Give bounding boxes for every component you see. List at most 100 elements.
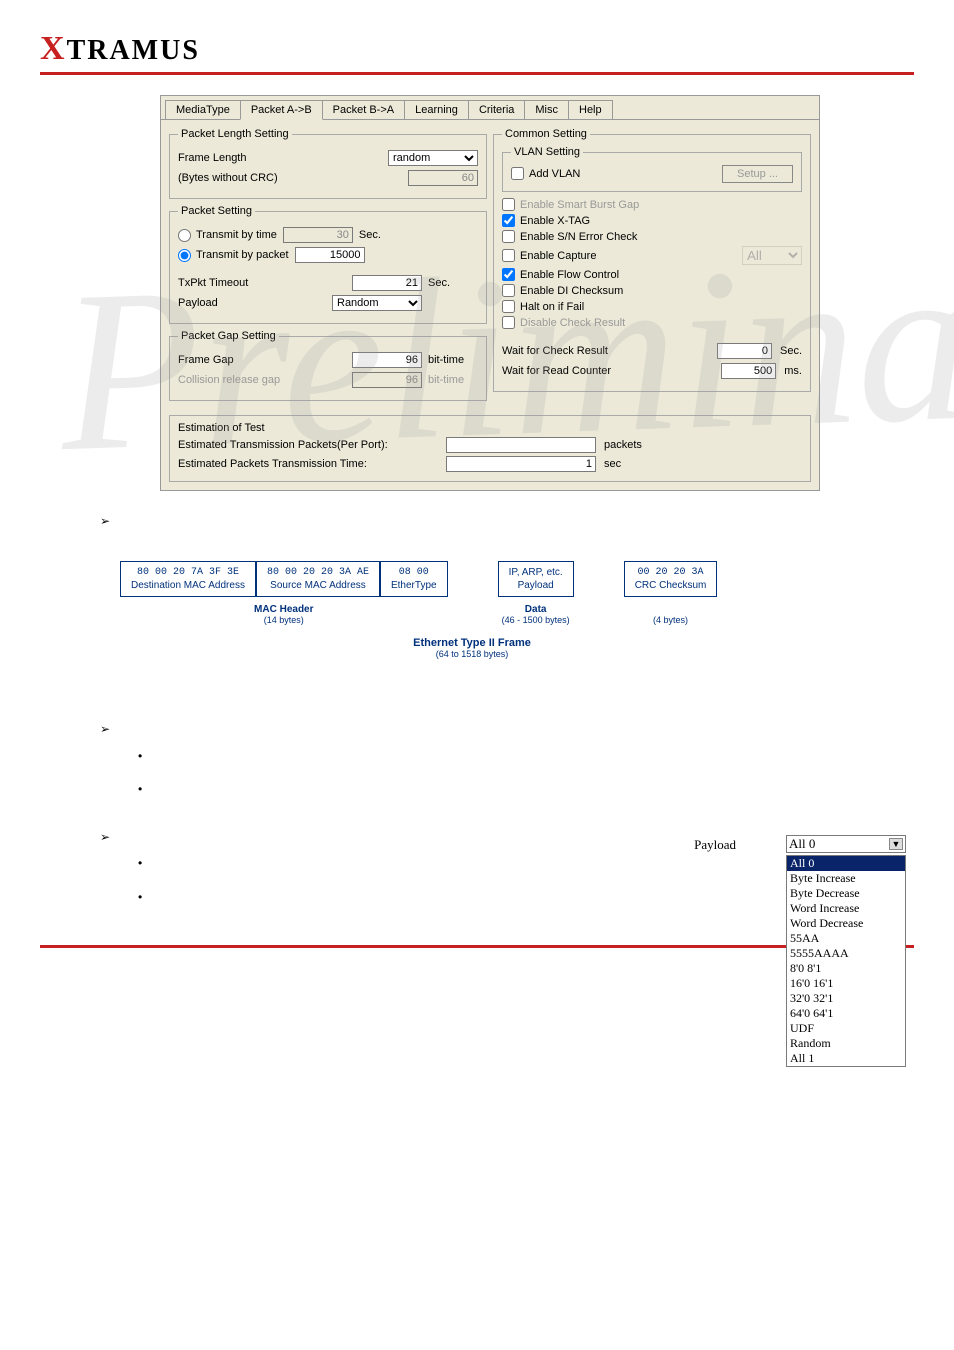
tab-learning[interactable]: Learning (404, 100, 469, 119)
est-packets-value (446, 437, 596, 453)
payload-option[interactable]: Byte Decrease (787, 886, 905, 901)
payload-option[interactable]: Word Decrease (787, 916, 905, 931)
wait-read-counter-unit: ms. (784, 365, 802, 377)
bytes-without-crc-label: (Bytes without CRC) (178, 172, 402, 184)
vlan-setting: VLAN Setting Add VLAN Setup ... (502, 146, 802, 192)
transmit-by-time-radio[interactable] (178, 229, 191, 242)
enable-x-tag-label: Enable X-TAG (520, 215, 590, 227)
transmit-by-time-label: Transmit by time (196, 229, 277, 241)
payload-label: Payload (178, 297, 326, 309)
wait-read-counter-label: Wait for Read Counter (502, 365, 713, 377)
est-legend: Estimation of Test (178, 422, 802, 434)
dot-icon: • (138, 890, 142, 904)
payload-option[interactable]: 8'0 8'1 (787, 961, 905, 976)
tab-help[interactable]: Help (568, 100, 613, 119)
capture-select: All (742, 246, 802, 265)
transmit-by-time-input (283, 227, 353, 243)
enable-x-tag-checkbox[interactable] (502, 214, 515, 227)
tab-misc[interactable]: Misc (524, 100, 569, 119)
enable-smart-burst-gap-label: Enable Smart Burst Gap (520, 199, 639, 211)
wait-check-result-unit: Sec. (780, 345, 802, 357)
txpkt-timeout-unit: Sec. (428, 277, 478, 289)
tx-time-unit: Sec. (359, 229, 409, 241)
mac-header-caption: MAC Header (120, 604, 448, 615)
packet-gap-setting: Packet Gap Setting Frame Gap bit-time Co… (169, 330, 487, 401)
vlan-legend: VLAN Setting (511, 146, 583, 158)
data-caption: Data (498, 604, 574, 615)
payload-float-label: Payload (694, 837, 736, 853)
ethernet-frame-diagram: 80 00 20 7A 3F 3E Destination MAC Addres… (120, 561, 874, 625)
transmit-by-packet-label: Transmit by packet (196, 249, 289, 261)
halt-on-fail-checkbox[interactable] (502, 300, 515, 313)
payload-options-list[interactable]: All 0 Byte Increase Byte Decrease Word I… (786, 855, 906, 1067)
add-vlan-checkbox[interactable] (511, 167, 524, 180)
payload-option[interactable]: 64'0 64'1 (787, 1006, 905, 1021)
wait-check-result-label: Wait for Check Result (502, 345, 709, 357)
packet-setting: Packet Setting Transmit by time Sec. Tra… (169, 205, 487, 324)
ethertype-box: 08 00 EtherType (380, 561, 448, 597)
enable-smart-burst-gap-checkbox (502, 198, 515, 211)
frame-length-label: Frame Length (178, 152, 382, 164)
chevron-down-icon: ▼ (889, 838, 903, 850)
payload-option[interactable]: 5555AAAA (787, 946, 905, 961)
dest-mac-box: 80 00 20 7A 3F 3E Destination MAC Addres… (120, 561, 256, 597)
transmit-by-packet-input[interactable] (295, 247, 365, 263)
enable-di-checksum-checkbox[interactable] (502, 284, 515, 297)
dot-icon: • (138, 782, 142, 796)
add-vlan-label: Add VLAN (529, 168, 580, 180)
cs-legend: Common Setting (502, 128, 590, 140)
top-rule (40, 72, 914, 75)
common-setting: Common Setting VLAN Setting Add VLAN Set… (493, 128, 811, 392)
collision-release-gap-unit: bit-time (428, 374, 478, 386)
frame-gap-input[interactable] (352, 352, 422, 368)
enable-sn-error-label: Enable S/N Error Check (520, 231, 637, 243)
tab-mediatype[interactable]: MediaType (165, 100, 241, 119)
payload-select[interactable]: Random (332, 295, 422, 311)
payload-option[interactable]: Byte Increase (787, 871, 905, 886)
payload-option[interactable]: All 1 (787, 1051, 905, 1066)
est-time-label: Estimated Packets Transmission Time: (178, 458, 438, 470)
payload-option[interactable]: 16'0 16'1 (787, 976, 905, 991)
enable-capture-checkbox[interactable] (502, 249, 515, 262)
payload-option[interactable]: Word Increase (787, 901, 905, 916)
payload-box: IP, ARP, etc. Payload (498, 561, 574, 597)
dot-icon: • (138, 749, 142, 763)
payload-option[interactable]: 55AA (787, 931, 905, 946)
payload-dropdown-example: Payload All 0▼ All 0 Byte Increase Byte … (694, 835, 906, 1067)
mac-header-bytes: (14 bytes) (120, 615, 448, 625)
wait-read-counter-input[interactable] (721, 363, 776, 379)
tab-packet-a-b[interactable]: Packet A->B (240, 100, 323, 120)
enable-sn-error-checkbox[interactable] (502, 230, 515, 243)
pgs-legend: Packet Gap Setting (178, 330, 279, 342)
tab-packet-b-a[interactable]: Packet B->A (322, 100, 405, 119)
est-packets-label: Estimated Transmission Packets(Per Port)… (178, 439, 438, 451)
bytes-value-input (408, 170, 478, 186)
frame-length-select[interactable]: random (388, 150, 478, 166)
collision-release-gap-input (352, 372, 422, 388)
transmit-by-packet-radio[interactable] (178, 249, 191, 262)
arrow-icon: ➢ (100, 830, 110, 844)
brand-logo: XTRAMUS (40, 30, 914, 68)
wait-check-result-input[interactable] (717, 343, 772, 359)
payload-option[interactable]: Random (787, 1036, 905, 1051)
enable-flow-control-checkbox[interactable] (502, 268, 515, 281)
disable-check-result-checkbox (502, 316, 515, 329)
packet-dialog: MediaType Packet A->B Packet B->A Learni… (160, 95, 820, 491)
enable-flow-control-label: Enable Flow Control (520, 269, 619, 281)
txpkt-timeout-input[interactable] (352, 275, 422, 291)
crc-box: 00 20 20 3A CRC Checksum (624, 561, 718, 597)
payload-option[interactable]: All 0 (787, 856, 905, 871)
disable-check-result-label: Disable Check Result (520, 317, 625, 329)
halt-on-fail-label: Halt on if Fail (520, 301, 584, 313)
vlan-setup-button: Setup ... (722, 165, 793, 183)
collision-release-gap-label: Collision release gap (178, 374, 346, 386)
est-time-unit: sec (604, 458, 621, 470)
tab-criteria[interactable]: Criteria (468, 100, 525, 119)
payload-option[interactable]: UDF (787, 1021, 905, 1036)
data-bytes: (46 - 1500 bytes) (498, 615, 574, 625)
arrow-icon: ➢ (100, 514, 110, 528)
enable-di-checksum-label: Enable DI Checksum (520, 285, 623, 297)
pls-legend: Packet Length Setting (178, 128, 292, 140)
payload-option[interactable]: 32'0 32'1 (787, 991, 905, 1006)
payload-float-select[interactable]: All 0▼ (786, 835, 906, 853)
